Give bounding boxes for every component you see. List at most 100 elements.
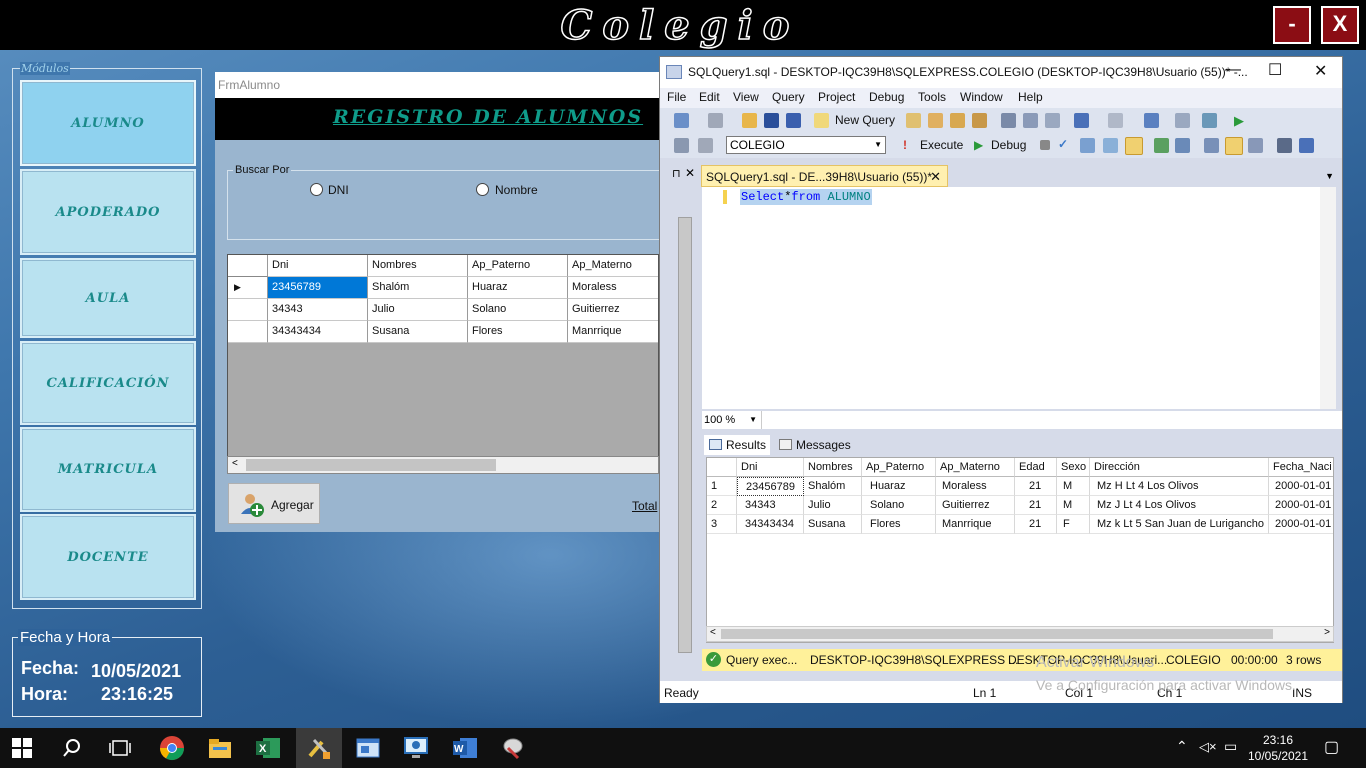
include-plan-icon[interactable] bbox=[1154, 138, 1169, 153]
agregar-button[interactable]: Agregar bbox=[228, 483, 320, 524]
close-tab-icon[interactable]: ✕ bbox=[930, 169, 941, 185]
grid-cell[interactable]: 34343 bbox=[268, 299, 368, 321]
query-editor[interactable]: Select*from ALUMNO bbox=[702, 187, 1336, 409]
menu-tools[interactable]: Tools bbox=[918, 90, 946, 104]
menu-help[interactable]: Help bbox=[1018, 90, 1043, 104]
ssms-maximize-icon[interactable]: ☐ bbox=[1268, 60, 1282, 80]
uncomment-icon[interactable] bbox=[1299, 138, 1314, 153]
grid-cell[interactable]: Solano bbox=[468, 299, 568, 321]
result-cell[interactable]: Mz k Lt 5 San Juan de Lurigancho bbox=[1090, 515, 1269, 534]
zoom-select[interactable]: 100 % ▼ bbox=[702, 411, 762, 429]
debug-icon[interactable]: ▶ bbox=[974, 138, 983, 152]
paste-icon[interactable] bbox=[1045, 113, 1060, 128]
result-row-number[interactable]: 1 bbox=[707, 477, 737, 496]
tab-overflow-icon[interactable]: ▼ bbox=[1325, 171, 1334, 181]
grid-header-dni[interactable]: Dni bbox=[268, 255, 368, 277]
new-query-icon[interactable] bbox=[814, 113, 829, 128]
result-header[interactable]: Edad bbox=[1015, 458, 1057, 477]
windows-start-icon[interactable] bbox=[12, 738, 32, 758]
sql-server-management-icon[interactable] bbox=[500, 734, 528, 762]
text-results-icon[interactable] bbox=[1204, 138, 1219, 153]
result-cell[interactable]: Moraless bbox=[936, 477, 1015, 496]
menu-query[interactable]: Query bbox=[772, 90, 805, 104]
new-query-button[interactable]: New Query bbox=[835, 113, 895, 127]
menu-edit[interactable]: Edit bbox=[699, 90, 720, 104]
save-all-icon[interactable] bbox=[786, 113, 801, 128]
minimize-button[interactable]: - bbox=[1273, 6, 1311, 44]
result-cell[interactable]: Mz H Lt 4 Los Olivos bbox=[1090, 477, 1269, 496]
file-results-icon[interactable] bbox=[1248, 138, 1263, 153]
result-header[interactable]: Sexo bbox=[1057, 458, 1090, 477]
grid-header-nombres[interactable]: Nombres bbox=[368, 255, 468, 277]
result-header[interactable]: Ap_Paterno bbox=[862, 458, 936, 477]
result-cell[interactable]: 2000-01-01 bbox=[1269, 477, 1333, 496]
result-header[interactable]: Ap_Materno bbox=[936, 458, 1015, 477]
scroll-left-icon[interactable]: < bbox=[710, 627, 716, 638]
grid-cell[interactable]: 23456789 bbox=[268, 277, 368, 299]
result-cell[interactable]: Huaraz bbox=[862, 477, 936, 496]
query-tab[interactable]: SQLQuery1.sql - DE...39H8\Usuario (55))*… bbox=[701, 165, 948, 187]
excel-icon[interactable]: X bbox=[254, 734, 282, 762]
comment-icon[interactable] bbox=[1277, 138, 1292, 153]
chrome-icon[interactable] bbox=[158, 734, 186, 762]
mdx-query-icon[interactable] bbox=[928, 113, 943, 128]
scroll-thumb[interactable] bbox=[246, 459, 496, 471]
notifications-icon[interactable]: ▢ bbox=[1324, 737, 1339, 757]
result-header[interactable]: Fecha_Naci bbox=[1269, 458, 1333, 477]
result-cell[interactable]: 21 bbox=[1015, 515, 1057, 534]
module-calificacion-button[interactable]: CALIFICACIÓN bbox=[20, 341, 196, 425]
grid-cell[interactable]: Huaraz bbox=[468, 277, 568, 299]
radio-dni[interactable] bbox=[310, 183, 323, 196]
grid-cell[interactable]: Flores bbox=[468, 321, 568, 343]
radio-nombre-label[interactable]: Nombre bbox=[495, 183, 538, 197]
result-header[interactable]: Dirección bbox=[1090, 458, 1269, 477]
connect-icon[interactable] bbox=[674, 138, 689, 153]
find-icon[interactable] bbox=[1175, 113, 1190, 128]
module-matricula-button[interactable]: MATRICULA bbox=[20, 427, 196, 512]
radio-nombre[interactable] bbox=[476, 183, 489, 196]
debug-button[interactable]: Debug bbox=[991, 138, 1026, 152]
tray-chevron-up-icon[interactable]: ⌃ bbox=[1176, 738, 1188, 755]
estimated-plan-icon[interactable] bbox=[1080, 138, 1095, 153]
word-icon[interactable]: W bbox=[451, 734, 479, 762]
network-icon[interactable]: ▭ bbox=[1224, 738, 1237, 755]
module-apoderado-button[interactable]: APODERADO bbox=[20, 169, 196, 255]
pin-icon[interactable]: ⊓ bbox=[672, 167, 681, 180]
ssms-minimize-icon[interactable]: — bbox=[1225, 61, 1241, 79]
menu-project[interactable]: Project bbox=[818, 90, 855, 104]
result-row-number[interactable]: 2 bbox=[707, 496, 737, 515]
result-cell[interactable]: Mz J Lt 4 Los Olivos bbox=[1090, 496, 1269, 515]
result-cell[interactable]: 2000-01-01 bbox=[1269, 515, 1333, 534]
grid-cell[interactable]: Julio bbox=[368, 299, 468, 321]
save-icon[interactable] bbox=[764, 113, 779, 128]
result-cell[interactable]: Guitierrez bbox=[936, 496, 1015, 515]
execute-icon[interactable]: ! bbox=[903, 138, 907, 152]
result-cell[interactable]: 21 bbox=[1015, 496, 1057, 515]
result-cell[interactable]: 21 bbox=[1015, 477, 1057, 496]
query-text[interactable]: Select*from ALUMNO bbox=[740, 189, 872, 205]
open-file-icon[interactable] bbox=[742, 113, 757, 128]
grid-cell[interactable]: 34343434 bbox=[268, 321, 368, 343]
client-stats-icon[interactable] bbox=[1175, 138, 1190, 153]
monitor-icon[interactable] bbox=[1202, 113, 1217, 128]
change-connection-icon[interactable] bbox=[698, 138, 713, 153]
grid-cell[interactable]: Shalóm bbox=[368, 277, 468, 299]
result-cell[interactable]: 2000-01-01 bbox=[1269, 496, 1333, 515]
navigate-icon[interactable] bbox=[1144, 113, 1159, 128]
module-docente-button[interactable]: DOCENTE bbox=[20, 514, 196, 600]
start-icon[interactable]: ▶ bbox=[1234, 113, 1249, 128]
new-project-icon[interactable] bbox=[674, 113, 689, 128]
result-cell[interactable]: Susana bbox=[804, 515, 862, 534]
result-cell[interactable]: Shalóm bbox=[804, 477, 862, 496]
messages-tab[interactable]: Messages bbox=[774, 435, 855, 455]
results-grid[interactable]: Dni Nombres Ap_Paterno Ap_Materno Edad S… bbox=[706, 457, 1334, 643]
cut-icon[interactable] bbox=[1001, 113, 1016, 128]
result-cell[interactable]: 34343 bbox=[737, 496, 804, 515]
grid-cell[interactable]: Susana bbox=[368, 321, 468, 343]
app-window-icon[interactable] bbox=[354, 734, 382, 762]
file-explorer-icon[interactable] bbox=[206, 734, 234, 762]
result-cell[interactable]: M bbox=[1057, 477, 1090, 496]
grid-horizontal-scrollbar[interactable]: < bbox=[227, 456, 659, 474]
result-cell[interactable]: 34343434 bbox=[737, 515, 804, 534]
undo-icon[interactable] bbox=[1074, 113, 1089, 128]
